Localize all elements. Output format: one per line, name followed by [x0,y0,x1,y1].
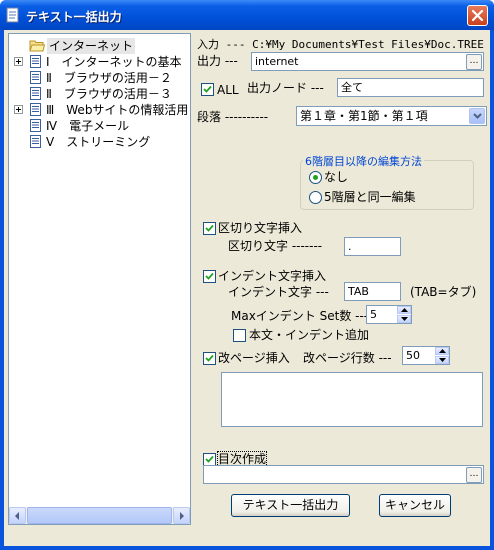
tree-item-label[interactable]: Ⅴ ストリーミング [46,134,150,150]
checkmark-icon [205,455,214,463]
ellipsis-icon: … [469,56,479,66]
document-icon [30,55,41,68]
checkmark-icon [203,85,212,93]
all-checkbox[interactable] [201,83,214,96]
radio-dot-icon [313,175,318,180]
close-button[interactable] [467,5,488,26]
indent-checkbox-label[interactable]: インデント文字挿入 [218,269,326,283]
paragraph-select[interactable]: 第１章・第1節・第１項 [296,106,487,126]
indent-checkbox[interactable] [203,270,216,283]
arrow-down-icon [401,317,408,321]
output-field[interactable]: internet [251,52,484,71]
spinner-buttons [435,347,449,364]
arrow-left-icon [15,512,19,520]
indent-label: インデント文字 --- [228,285,329,299]
options-panel: 入力 --- C:¥My Documents¥Test Files¥Doc.TR… [197,30,487,546]
toc-field[interactable] [203,465,484,484]
tree-item-label[interactable]: Ⅱ ブラウザの活用－２ [46,70,172,86]
page-lines-value: 50 [406,349,420,362]
checkmark-icon [205,354,214,362]
separator-field[interactable]: . [344,237,401,256]
title-bar[interactable]: テキスト一括出力 [0,0,494,30]
input-path-label: 入力 --- C:¥My Documents¥Test Files¥Doc.TR… [197,38,484,51]
body-indent-label[interactable]: 本文・インデント追加 [249,328,369,342]
scroll-thumb[interactable] [27,507,172,524]
document-icon [30,119,41,132]
radio-same-as-5-label[interactable]: 5階層と同一編集 [324,190,416,204]
document-icon [30,103,41,116]
output-browse-button[interactable]: … [466,54,482,70]
spin-down-button[interactable] [435,356,449,364]
level6-group-title: 6階層目以降の編集方法 [303,153,424,169]
radio-none[interactable] [309,171,322,184]
dropdown-button[interactable] [469,108,485,124]
tree-item-label[interactable]: Ⅳ 電子メール [46,118,129,134]
output-node-label: 出力ノード --- [247,81,324,95]
document-tree[interactable]: インターネット Ⅰ インターネットの基本 Ⅱ ブラウザの活用－２ Ⅱ ブラウザの… [8,33,191,525]
output-value: internet [255,55,299,68]
document-icon [30,135,41,148]
indent-hint: (TAB=タブ) [410,285,477,299]
page-lines-label: 改ページ行数 --- [303,351,392,365]
dialog-body: インターネット Ⅰ インターネットの基本 Ⅱ ブラウザの活用－２ Ⅱ ブラウザの… [4,30,490,546]
spin-up-button[interactable] [397,306,411,314]
scroll-right-button[interactable] [173,507,190,524]
toc-browse-button[interactable]: … [466,467,482,483]
document-icon [30,87,41,100]
arrow-right-icon [180,512,184,520]
arrow-up-icon [439,349,446,353]
indent-value: TAB [348,285,369,298]
expand-icon[interactable] [14,105,23,114]
spin-up-button[interactable] [435,347,449,355]
checkmark-icon [205,272,214,280]
max-indent-label: Maxインデント Set数 --- [231,309,369,323]
page-break-label[interactable]: 改ページ挿入 [218,351,290,365]
radio-same-as-5[interactable] [309,191,322,204]
document-app-icon [6,7,19,23]
separator-checkbox[interactable] [203,222,216,235]
toc-label[interactable]: 目次作成 [216,451,268,467]
paragraph-selected-value: 第１章・第1節・第１項 [300,109,428,123]
indent-field[interactable]: TAB [344,282,401,301]
tree-item-label[interactable]: インターネット [47,38,136,54]
page-break-checkbox[interactable] [203,352,216,365]
page-lines-spinner[interactable]: 50 [402,346,450,365]
export-button[interactable]: テキスト一括出力 [231,494,350,517]
tree-item-label[interactable]: Ⅲ Webサイトの情報活用 [46,102,188,118]
expand-icon[interactable] [14,57,23,66]
all-label[interactable]: ALL [217,83,239,97]
separator-label: 区切り文字 ------- [228,239,323,253]
page-break-text-area[interactable] [221,372,483,427]
spin-down-button[interactable] [397,315,411,323]
max-indent-spinner[interactable]: 5 [366,305,412,324]
arrow-down-icon [439,358,446,362]
output-node-value: 全て [341,81,363,94]
spinner-buttons [397,306,411,323]
window-title: テキスト一括出力 [26,10,122,24]
radio-none-label[interactable]: なし [324,170,348,184]
separator-value: . [348,240,352,253]
cancel-button[interactable]: キャンセル [379,494,451,517]
scroll-left-button[interactable] [9,507,26,524]
output-label: 出力 --- [197,54,238,68]
tree-item-label[interactable]: Ⅰ インターネットの基本 [46,54,182,70]
dialog-window: テキスト一括出力 インターネット Ⅰ インターネットの基本 Ⅱ ブラウザの活用－… [0,0,494,550]
close-icon [471,9,484,22]
body-indent-checkbox[interactable] [233,329,246,342]
tree-item-label[interactable]: Ⅱ ブラウザの活用－３ [46,86,172,102]
separator-checkbox-label[interactable]: 区切り文字挿入 [218,221,302,235]
max-indent-value: 5 [370,308,377,321]
paragraph-label: 段落 ---------- [197,110,269,124]
arrow-up-icon [401,308,408,312]
horizontal-scrollbar[interactable] [9,507,190,524]
ellipsis-icon: … [469,469,479,479]
checkmark-icon [205,224,214,232]
document-icon [30,71,41,84]
folder-open-icon [29,40,45,52]
chevron-down-icon [473,113,482,119]
output-node-field[interactable]: 全て [337,78,484,97]
